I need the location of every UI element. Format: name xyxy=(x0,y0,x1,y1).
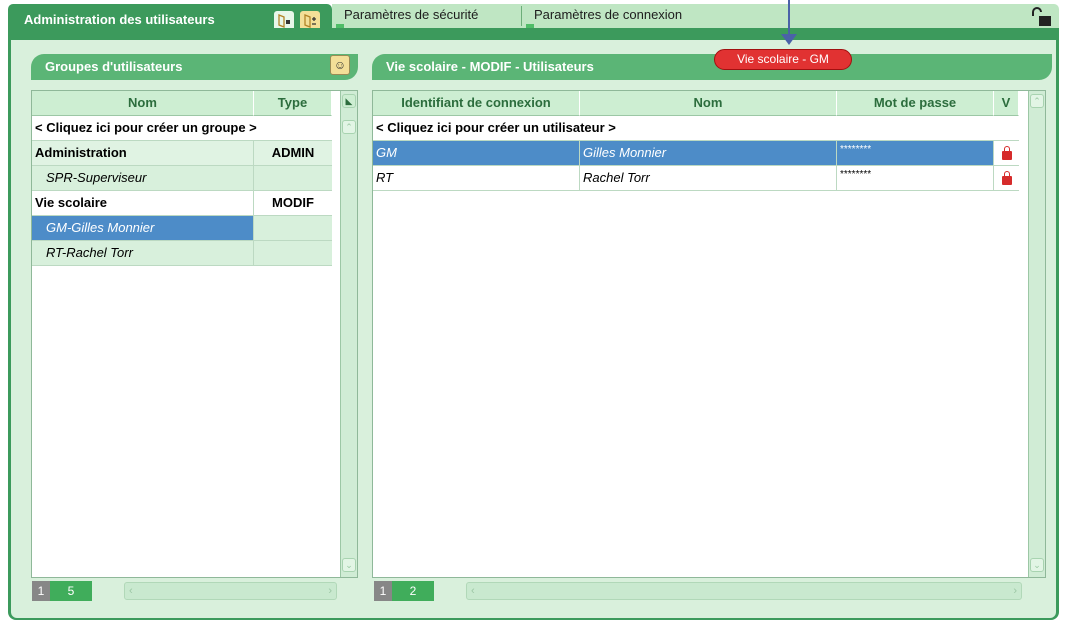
user-lock-cell[interactable] xyxy=(994,141,1019,165)
groups-horizontal-scrollbar[interactable]: ‹ › xyxy=(124,582,337,600)
scroll-left-icon[interactable]: ‹ xyxy=(471,583,475,599)
users-table: Identifiant de connexion Nom Mot de pass… xyxy=(372,90,1046,578)
member-type xyxy=(254,241,332,265)
users-panel-title: Vie scolaire - MODIF - Utilisateurs xyxy=(386,59,594,74)
scroll-right-icon[interactable]: › xyxy=(328,583,332,599)
table-row-selected[interactable]: GM-Gilles Monnier xyxy=(32,216,332,241)
groups-page-total[interactable]: 5 xyxy=(50,581,92,601)
users-page-total[interactable]: 2 xyxy=(392,581,434,601)
tab-parametres-connexion[interactable]: Paramètres de connexion xyxy=(524,7,683,30)
tab-strip: Paramètres de sécurité Paramètres de con… xyxy=(332,4,1059,30)
user-password: ******** xyxy=(837,141,994,165)
group-type: ADMIN xyxy=(271,145,315,160)
indicator-arrow-line xyxy=(788,0,790,36)
user-login: RT xyxy=(373,166,580,190)
create-user-row[interactable]: < Cliquez ici pour créer un utilisateur … xyxy=(373,116,1019,141)
column-menu-icon[interactable]: ◣ xyxy=(342,94,356,108)
scroll-left-icon[interactable]: ‹ xyxy=(129,583,133,599)
group-type: MODIF xyxy=(272,195,314,210)
scroll-up-icon[interactable]: ⌃ xyxy=(342,120,356,134)
groups-col-nom[interactable]: Nom xyxy=(32,91,254,116)
create-group-row[interactable]: < Cliquez ici pour créer un groupe > xyxy=(32,116,332,141)
table-row[interactable]: RT-Rachel Torr xyxy=(32,241,332,266)
create-group-label: < Cliquez ici pour créer un groupe > xyxy=(35,120,257,135)
tab-parametres-securite[interactable]: Paramètres de sécurité xyxy=(334,7,479,30)
padlock-icon xyxy=(1001,146,1012,160)
table-row[interactable]: Vie scolaire MODIF xyxy=(32,191,332,216)
users-panel-header: Vie scolaire - MODIF - Utilisateurs xyxy=(372,54,1052,80)
users-col-v[interactable]: V xyxy=(994,91,1019,116)
groups-pager: 1 5 xyxy=(32,581,92,601)
group-name: Vie scolaire xyxy=(32,191,254,215)
groups-panel-header: Groupes d'utilisateurs xyxy=(31,54,358,80)
groups-page-current[interactable]: 1 xyxy=(32,581,50,601)
users-col-mot-de-passe[interactable]: Mot de passe xyxy=(837,91,994,116)
groups-col-type[interactable]: Type xyxy=(254,91,332,116)
member-type xyxy=(254,216,332,240)
unlocked-padlock-icon[interactable] xyxy=(1030,7,1052,30)
users-horizontal-scrollbar[interactable]: ‹ › xyxy=(466,582,1022,600)
selection-tooltip-badge: Vie scolaire - GM xyxy=(714,49,852,70)
user-lock-cell[interactable] xyxy=(994,166,1019,190)
users-col-nom[interactable]: Nom xyxy=(580,91,837,116)
table-row-selected[interactable]: GM Gilles Monnier ******** xyxy=(373,141,1019,166)
member-name: SPR-Superviseur xyxy=(32,166,254,190)
member-name: GM-Gilles Monnier xyxy=(32,216,254,240)
tab-securite-label: Paramètres de sécurité xyxy=(344,7,479,22)
groups-table: Nom Type < Cliquez ici pour créer un gro… xyxy=(31,90,358,578)
users-vertical-scrollbar[interactable]: ⌃ ⌄ xyxy=(1028,91,1045,577)
group-name: Administration xyxy=(32,141,254,165)
member-name: RT-Rachel Torr xyxy=(32,241,254,265)
table-row[interactable]: SPR-Superviseur xyxy=(32,166,332,191)
member-type xyxy=(254,166,332,190)
table-row[interactable]: Administration ADMIN xyxy=(32,141,332,166)
scroll-down-icon[interactable]: ⌄ xyxy=(1030,558,1044,572)
character-icon[interactable]: ☺ xyxy=(330,55,350,75)
scroll-up-icon[interactable]: ⌃ xyxy=(1030,94,1044,108)
table-row[interactable]: RT Rachel Torr ******** xyxy=(373,166,1019,191)
user-login: GM xyxy=(373,141,580,165)
users-pager: 1 2 xyxy=(374,581,434,601)
groups-vertical-scrollbar[interactable]: ◣ ⌃ ⌄ xyxy=(340,91,357,577)
indicator-arrow-icon xyxy=(781,34,797,45)
padlock-icon xyxy=(1001,171,1012,185)
user-name: Rachel Torr xyxy=(580,166,837,190)
groups-panel-title: Groupes d'utilisateurs xyxy=(45,59,183,74)
create-user-label: < Cliquez ici pour créer un utilisateur … xyxy=(376,120,616,135)
users-page-current[interactable]: 1 xyxy=(374,581,392,601)
user-password: ******** xyxy=(837,166,994,190)
tab-administration-label: Administration des utilisateurs xyxy=(24,12,215,27)
user-name: Gilles Monnier xyxy=(580,141,837,165)
users-col-identifiant[interactable]: Identifiant de connexion xyxy=(373,91,580,116)
tab-divider xyxy=(521,6,522,26)
scroll-right-icon[interactable]: › xyxy=(1013,583,1017,599)
tab-connexion-label: Paramètres de connexion xyxy=(534,7,683,22)
scroll-down-icon[interactable]: ⌄ xyxy=(342,558,356,572)
